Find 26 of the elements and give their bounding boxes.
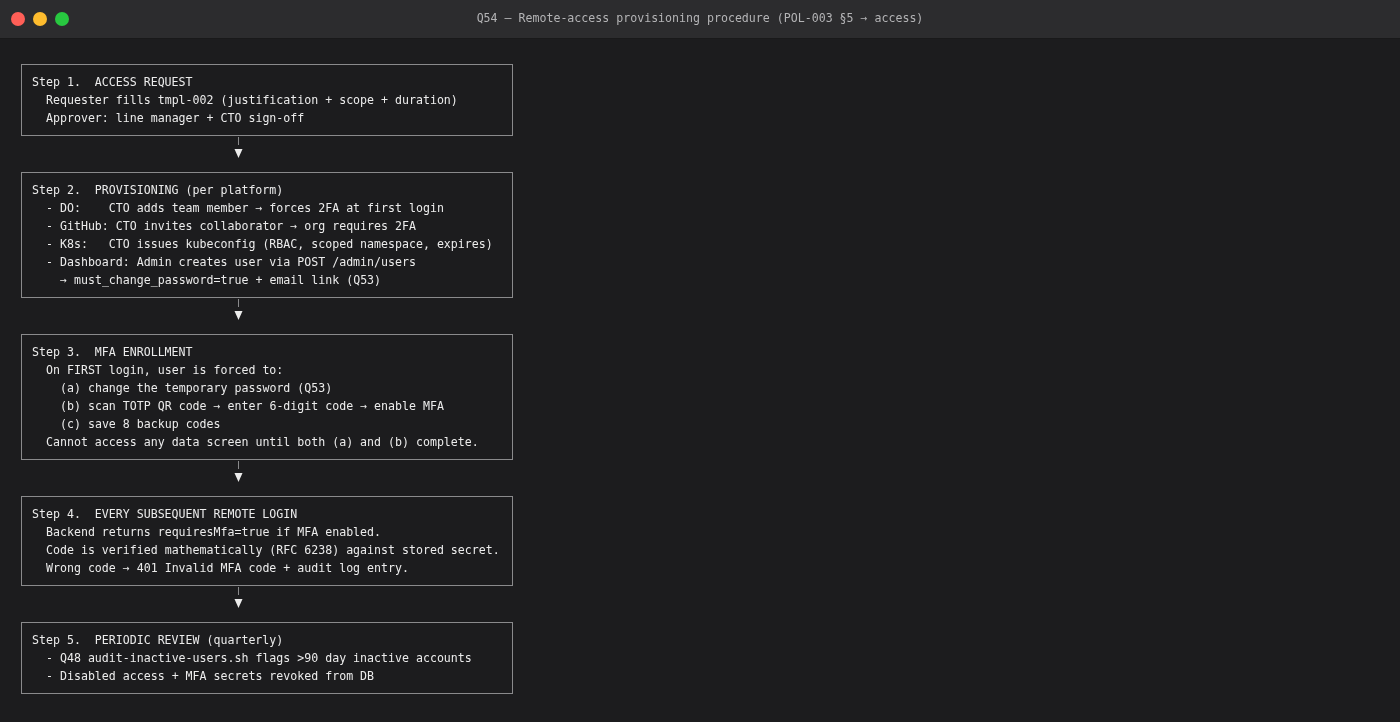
step-heading: Step 4. EVERY SUBSEQUENT REMOTE LOGIN [32, 506, 298, 523]
step-text: - Disabled access + MFA secrets revoked from DB [46, 668, 375, 685]
step-text: → must_change_password=true + email link (Q53) [60, 272, 382, 289]
step-text: Cannot access any data screen until both (a) and (b) complete. [46, 434, 479, 451]
step-text: (c) save 8 backup codes [60, 416, 221, 433]
step-text: Code is verified mathematically (RFC 6238) against stored secret. [46, 542, 500, 559]
maximize-button[interactable] [55, 12, 69, 26]
step-text: (a) change the temporary password (Q53) [60, 380, 333, 397]
close-button[interactable] [11, 12, 25, 26]
step-text: - GitHub: CTO invites collaborator → org requires 2FA [46, 218, 416, 235]
window-title: Q54 — Remote-access provisioning procedure (POL-003 §5 → access) [476, 10, 924, 26]
step-text: Backend returns requiresMfa=true if MFA enabled. [46, 524, 382, 541]
step-text: - Q48 audit-inactive-users.sh flags >90 day inactive accounts [46, 650, 472, 667]
step-heading: Step 1. ACCESS REQUEST [32, 74, 193, 91]
minimize-button[interactable] [33, 12, 47, 26]
step-text: Approver: line manager + CTO sign-off [46, 110, 305, 127]
step-heading: Step 5. PERIODIC REVIEW (quarterly) [32, 632, 284, 649]
step-heading: Step 2. PROVISIONING (per platform) [32, 182, 284, 199]
step-text: (b) scan TOTP QR code → enter 6-digit code → enable MFA [60, 398, 444, 415]
step-text: Wrong code → 401 Invalid MFA code + audit log entry. [46, 560, 409, 577]
step-heading: Step 3. MFA ENROLLMENT [32, 344, 193, 361]
step-text: - DO: CTO adds team member → forces 2FA at first login [46, 200, 444, 217]
step-text: On FIRST login, user is forced to: [46, 362, 284, 379]
step-text: - Dashboard: Admin creates user via POST /admin/users [46, 254, 416, 271]
step-text: - K8s: CTO issues kubeconfig (RBAC, scoped namespace, expires) [46, 236, 493, 253]
step-text: Requester fills tmpl-002 (justification + scope + duration) [46, 92, 458, 109]
